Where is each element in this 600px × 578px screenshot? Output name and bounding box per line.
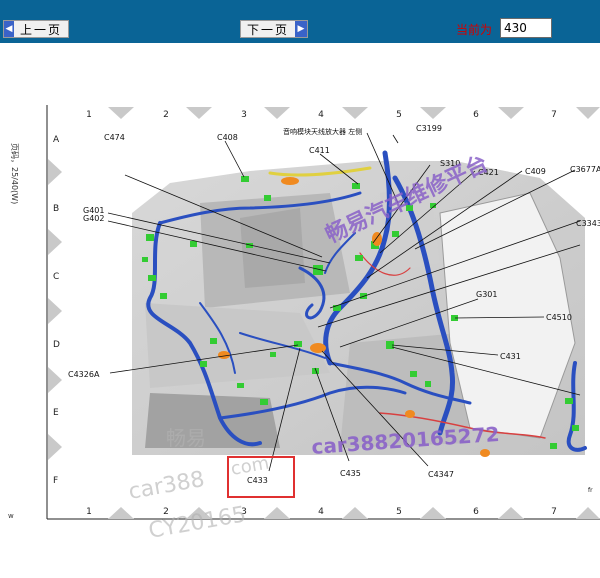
top-grid-markers <box>108 107 600 119</box>
side-page-note: 页码，25/40(W) <box>10 143 19 204</box>
document-viewport: 页码，25/40(W) w 1 2 3 4 5 6 7 1 2 3 4 5 6 … <box>0 43 600 574</box>
wiring-diagram-sheet: 页码，25/40(W) w 1 2 3 4 5 6 7 1 2 3 4 5 6 … <box>8 105 600 544</box>
watermark-bottom-left: 畅易 <box>166 426 206 450</box>
col-label-top: 1 <box>86 110 92 120</box>
col-label-bottom: 7 <box>551 507 557 517</box>
callout-label-c4347: C4347 <box>428 470 454 479</box>
diagram-title: 音响模块天线放大器 左侧 <box>283 127 362 136</box>
next-page-label: 下一页 <box>247 22 290 37</box>
callout-label-c3343: C3343 <box>576 219 600 228</box>
callout-label-c411: C411 <box>309 146 330 155</box>
row-label: A <box>53 135 60 145</box>
callout-label-g402: G402 <box>83 214 104 223</box>
watermark-car388: car388 <box>127 467 207 505</box>
next-page-button[interactable]: 下一页 ▶ <box>240 20 308 38</box>
row-label: C <box>53 272 59 282</box>
col-label-bottom: 6 <box>473 507 479 517</box>
prev-page-label: 上一页 <box>19 22 62 37</box>
callout-label-c4510: C4510 <box>546 313 572 322</box>
row-label: D <box>53 340 60 350</box>
callout-label-c435: C435 <box>340 469 361 478</box>
watermark-cy: CY20165 <box>147 502 248 544</box>
callout-label-c409: C409 <box>525 167 546 176</box>
prev-page-button[interactable]: ◀ 上一页 <box>3 20 69 38</box>
callout-label-c3199: C3199 <box>416 124 442 133</box>
callout-label-g301: G301 <box>476 290 497 299</box>
nav-toolbar: ◀ 上一页 下一页 ▶ 当前为 <box>0 0 600 43</box>
side-mark: w <box>8 512 14 520</box>
vehicle-interior-illustration <box>132 161 585 455</box>
row-label: F <box>53 476 58 486</box>
row-label: B <box>53 204 59 214</box>
current-page-input[interactable] <box>500 18 552 38</box>
arrow-left-icon: ◀ <box>4 21 14 37</box>
arrow-right-icon: ▶ <box>295 21 307 37</box>
col-label-bottom: 5 <box>396 507 402 517</box>
col-label-top: 5 <box>396 110 402 120</box>
col-label-bottom: 1 <box>86 507 92 517</box>
callout-label-c431: C431 <box>500 352 521 361</box>
corner-small-text: fr <box>588 487 593 494</box>
callout-label-c408: C408 <box>217 133 238 142</box>
callout-label-c474: C474 <box>104 133 125 142</box>
callout-label-c433: C433 <box>247 476 268 485</box>
col-label-top: 4 <box>318 110 324 120</box>
callout-label-c3677a: C3677A <box>570 165 600 174</box>
col-label-bottom: 4 <box>318 507 324 517</box>
col-label-top: 2 <box>163 110 169 120</box>
callout-label-c4326a: C4326A <box>68 370 100 379</box>
col-label-top: 3 <box>241 110 247 120</box>
col-label-top: 6 <box>473 110 479 120</box>
current-page-label: 当前为 <box>456 23 493 37</box>
col-label-top: 7 <box>551 110 557 120</box>
row-label: E <box>53 408 59 418</box>
